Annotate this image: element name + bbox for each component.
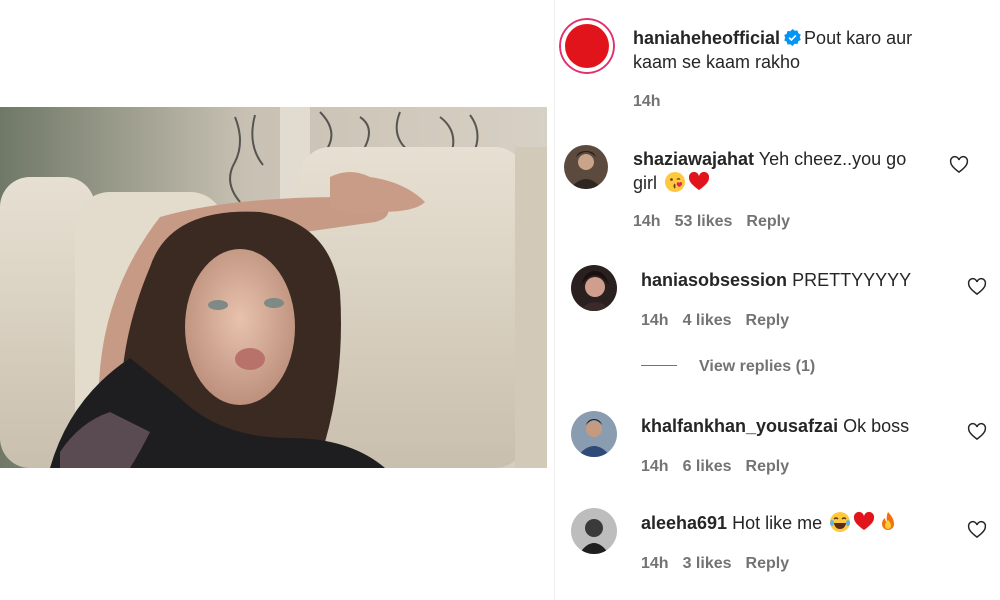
- comment-1-username[interactable]: shaziawajahat: [633, 149, 754, 169]
- comment-2-likes[interactable]: 4 likes: [683, 312, 732, 330]
- laughing-tears-emoji-icon: [829, 511, 851, 533]
- kissing-face-emoji-icon: [664, 171, 686, 193]
- comment-3-line1: khalfankhan_yousafzai Ok boss: [641, 414, 909, 438]
- comment-2-time: 14h: [641, 312, 669, 329]
- comment-1-meta: 14h 53 likes Reply: [633, 213, 804, 231]
- caption-text-2: kaam se kaam rakho: [633, 52, 801, 72]
- comment-1-time: 14h: [633, 213, 661, 230]
- comment-4-likes[interactable]: 3 likes: [683, 555, 732, 573]
- comment-1-like-heart-icon[interactable]: [949, 155, 969, 175]
- commenter-avatar-aleeha691[interactable]: [571, 508, 617, 554]
- commenter-avatar-shaziawajahat[interactable]: [564, 145, 608, 189]
- fire-emoji-icon: [877, 511, 899, 533]
- commenter-avatar-khalfankhan-yousafzai[interactable]: [571, 411, 617, 457]
- comment-3-username[interactable]: khalfankhan_yousafzai: [641, 416, 838, 436]
- comment-2-line1: haniasobsession PRETTYYYYY: [641, 268, 911, 292]
- comment-3-time: 14h: [641, 458, 669, 475]
- post-media-pane: [0, 0, 555, 600]
- comment-2-username[interactable]: haniasobsession: [641, 270, 787, 290]
- post-caption-line1: haniaheheofficial Pout karo aur: [633, 26, 912, 50]
- comment-4-meta: 14h 3 likes Reply: [641, 555, 803, 573]
- comment-2-text: PRETTYYYYY: [792, 270, 912, 290]
- view-replies-dash: [641, 365, 677, 366]
- comment-2-like-heart-icon[interactable]: [967, 277, 987, 297]
- verified-badge-icon: [784, 28, 801, 46]
- comment-4-username[interactable]: aleeha691: [641, 513, 727, 533]
- comment-2-meta: 14h 4 likes Reply: [641, 312, 803, 330]
- comments-pane: haniaheheofficial Pout karo aur kaam se k…: [555, 0, 1000, 600]
- comment-3-likes[interactable]: 6 likes: [683, 458, 732, 476]
- post-photo[interactable]: [0, 107, 547, 468]
- post-meta: 14h: [633, 93, 675, 111]
- comment-3-like-heart-icon[interactable]: [967, 422, 987, 442]
- comment-3-text: Ok boss: [843, 416, 910, 436]
- post-time: 14h: [633, 93, 661, 110]
- comment-1-text: Yeh cheez..you go: [758, 149, 907, 169]
- comment-2-reply-button[interactable]: Reply: [746, 312, 790, 330]
- author-username[interactable]: haniaheheofficial: [633, 28, 780, 48]
- comment-4-time: 14h: [641, 555, 669, 572]
- comment-4-reply-button[interactable]: Reply: [746, 555, 790, 573]
- caption-text-1: Pout karo aur: [804, 28, 913, 48]
- view-replies-label: View replies (1): [699, 358, 816, 375]
- view-replies-button[interactable]: View replies (1): [641, 358, 815, 376]
- comment-3-reply-button[interactable]: Reply: [746, 458, 790, 476]
- comment-1-line1: shaziawajahat Yeh cheez..you go: [633, 147, 906, 171]
- author-avatar[interactable]: [559, 18, 615, 74]
- comment-3-meta: 14h 6 likes Reply: [641, 458, 803, 476]
- comment-4-text: Hot like me: [732, 513, 823, 533]
- comment-1-likes[interactable]: 53 likes: [675, 213, 733, 231]
- commenter-avatar-haniasobsession[interactable]: [571, 265, 617, 311]
- red-heart-emoji-icon: [853, 511, 875, 533]
- comment-1-reply-button[interactable]: Reply: [746, 213, 790, 231]
- comment-4-like-heart-icon[interactable]: [967, 520, 987, 540]
- comment-1-line2: girl: [633, 171, 710, 195]
- comment-1-text-2: girl: [633, 173, 658, 193]
- red-heart-emoji-icon: [688, 171, 710, 193]
- comment-4-line1: aleeha691 Hot like me: [641, 511, 899, 535]
